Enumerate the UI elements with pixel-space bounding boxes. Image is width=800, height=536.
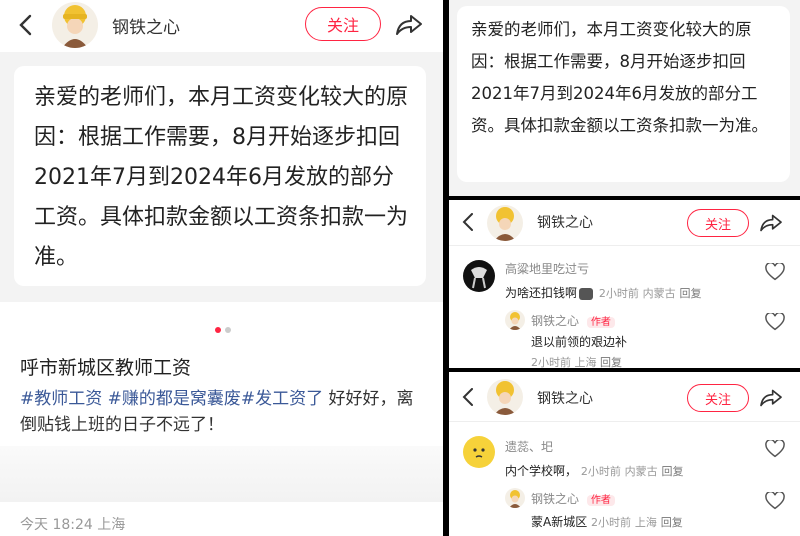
pagination-dot-active [215, 327, 221, 333]
avatar[interactable] [487, 205, 523, 241]
reply-button[interactable]: 回复 [661, 516, 683, 529]
share-icon[interactable] [758, 386, 784, 410]
reply-author: 钢铁之心 作者 [531, 490, 615, 507]
reply-time: 2小时前 [591, 516, 632, 529]
reply-author: 钢铁之心 作者 [531, 312, 615, 329]
avatar[interactable] [52, 2, 98, 48]
like-icon[interactable] [765, 438, 785, 462]
hashtag[interactable]: #教师工资 [20, 389, 102, 409]
author-name[interactable]: 钢铁之心 [537, 212, 593, 232]
commenter-name[interactable]: 遗蕊、圯 [505, 438, 553, 455]
commenter-avatar[interactable] [463, 436, 495, 468]
reply-location: 上海 [574, 356, 597, 368]
post-title: 呼市新城区教师工资 [20, 357, 192, 379]
reply-button[interactable]: 回复 [662, 465, 684, 478]
share-icon[interactable] [394, 10, 424, 40]
author-badge: 作者 [586, 495, 615, 506]
back-icon[interactable] [457, 210, 479, 234]
comment: 内个学校啊， 2小时前 内蒙古 回复 [505, 462, 684, 479]
post-image[interactable]: 亲爱的老师们，本月工资变化较大的原因：根据工作需要，8月开始逐步扣回2021年7… [0, 52, 443, 302]
author-badge: 作者 [586, 317, 615, 328]
post-header: 钢铁之心 关注 [449, 372, 800, 422]
avatar[interactable] [505, 488, 525, 508]
post-screenshot-panel: 钢铁之心 关注 亲爱的老师们，本月工资变化较大的原因：根据工作需要，8月开始逐步… [0, 0, 443, 536]
message-bubble: 亲爱的老师们，本月工资变化较大的原因：根据工作需要，8月开始逐步扣回2021年7… [457, 6, 790, 182]
comment-time: 2小时前 [598, 287, 639, 300]
author-name[interactable]: 钢铁之心 [112, 13, 180, 38]
reply-text: 蒙A新城区 [531, 515, 588, 529]
comment: 为啥还扣钱啊 2小时前 内蒙古 回复 [505, 284, 702, 301]
post-image-crop: 亲爱的老师们，本月工资变化较大的原因：根据工作需要，8月开始逐步扣回2021年7… [449, 0, 800, 196]
reply-button[interactable]: 回复 [600, 356, 622, 368]
commenter-name[interactable]: 高粱地里吃过亏 [505, 260, 589, 277]
comment-location: 内蒙古 [624, 465, 658, 478]
reply-meta: 2小时前 上海 回复 [531, 354, 622, 368]
avatar[interactable] [487, 379, 523, 415]
hashtag[interactable]: #发工资了 [241, 389, 323, 409]
comment-text: 为啥还扣钱啊 [505, 286, 578, 300]
like-icon[interactable] [765, 261, 785, 285]
post-location: 上海 [97, 517, 126, 533]
hashtag[interactable]: #赚的都是窝囊废 [108, 389, 241, 409]
like-icon[interactable] [765, 490, 785, 514]
follow-button[interactable]: 关注 [305, 7, 381, 41]
commenter-avatar[interactable] [463, 260, 495, 292]
comments-screenshot-1: 钢铁之心 关注 高粱地里吃过亏 为啥还扣钱啊 2小时前 内蒙古 回复 钢铁之心 … [449, 200, 800, 368]
image-pagination [215, 327, 231, 333]
blurred-region [0, 446, 443, 502]
author-name[interactable]: 钢铁之心 [537, 388, 593, 408]
reply-author-name[interactable]: 钢铁之心 [531, 314, 579, 328]
message-bubble: 亲爱的老师们，本月工资变化较大的原因：根据工作需要，8月开始逐步扣回2021年7… [14, 66, 426, 286]
back-icon[interactable] [12, 12, 38, 38]
reply-location: 上海 [634, 516, 657, 529]
sticker-icon [579, 287, 594, 300]
like-icon[interactable] [765, 311, 785, 335]
post-header: 钢铁之心 关注 [0, 0, 443, 50]
avatar[interactable] [505, 310, 525, 330]
comments-screenshot-2: 钢铁之心 关注 遗蕊、圯 内个学校啊， 2小时前 内蒙古 回复 钢铁之心 作者 … [449, 372, 800, 536]
reply-author-name[interactable]: 钢铁之心 [531, 492, 579, 506]
reply-time: 2小时前 [531, 356, 571, 368]
follow-button[interactable]: 关注 [687, 209, 749, 237]
post-header: 钢铁之心 关注 [449, 200, 800, 246]
comment-location: 内蒙古 [642, 287, 676, 300]
pagination-dot [225, 327, 231, 333]
post-text: #教师工资 #赚的都是窝囊废#发工资了 好好好，离倒贴钱上班的日子不远了！ [20, 386, 430, 438]
comment-time: 2小时前 [580, 465, 621, 478]
reply-text: 退以前领的艰边补 [531, 335, 628, 349]
reply-line: 蒙A新城区 2小时前 上海 回复 [531, 513, 683, 530]
comment-text: 内个学校啊， [505, 464, 578, 478]
post-time: 今天 18:24 [20, 517, 93, 533]
post-meta: 今天 18:24 上海 [20, 514, 125, 534]
back-icon[interactable] [457, 385, 479, 409]
follow-button[interactable]: 关注 [687, 384, 749, 412]
reply-button[interactable]: 回复 [680, 287, 702, 300]
share-icon[interactable] [758, 211, 784, 235]
